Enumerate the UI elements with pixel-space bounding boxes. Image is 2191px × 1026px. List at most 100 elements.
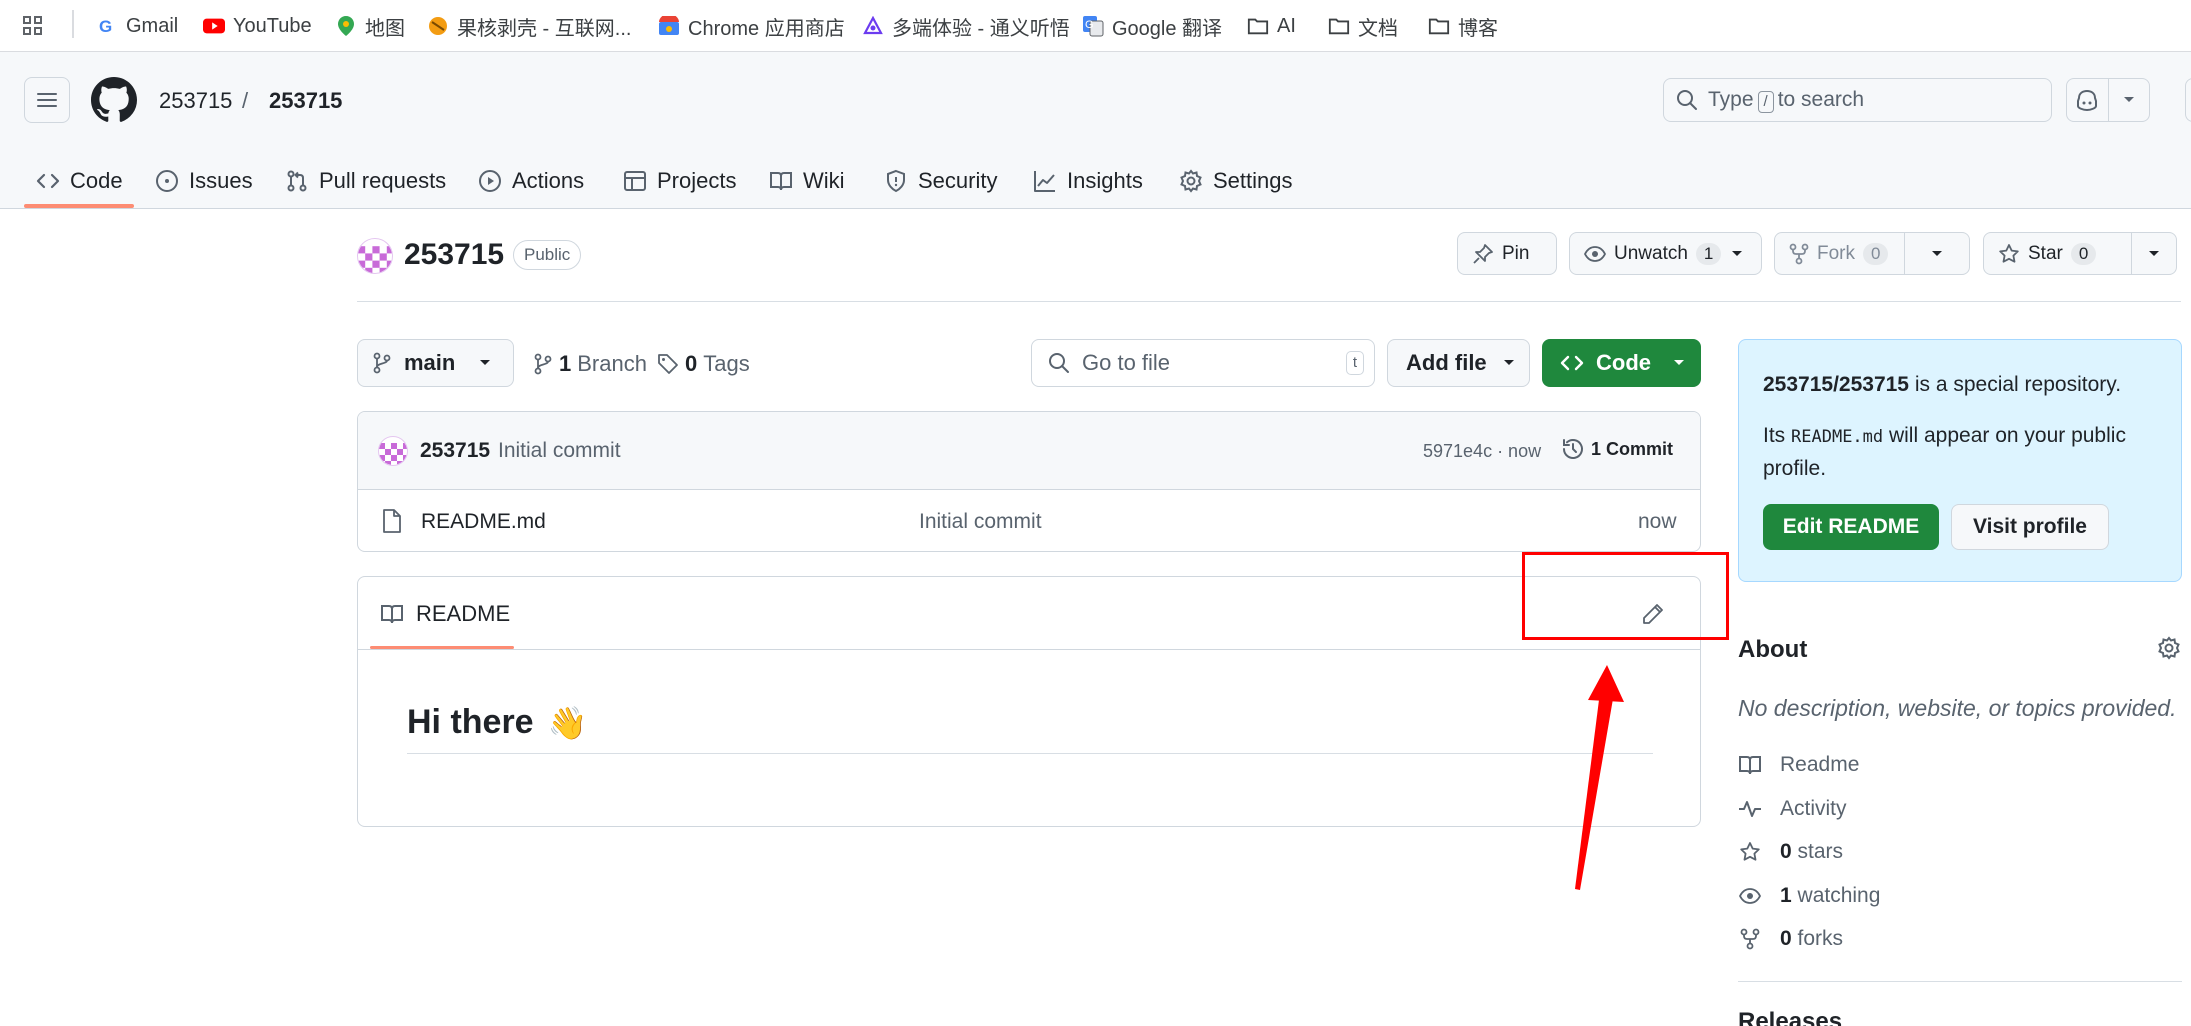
copilot-button[interactable] — [2066, 78, 2150, 122]
tab-issues[interactable]: Issues — [155, 156, 253, 206]
bookmark-folder-docs[interactable]: 文档 — [1328, 8, 1398, 44]
tab-insights[interactable]: Insights — [1033, 156, 1143, 206]
translate-icon: G — [1082, 15, 1104, 37]
sidebar-item-readme[interactable]: Readme — [1738, 753, 1859, 777]
table-row[interactable]: README.md Initial commit now — [358, 491, 1700, 551]
repo-owner-avatar[interactable] — [357, 238, 393, 274]
tab-label: Security — [918, 168, 998, 193]
tab-actions[interactable]: Actions — [478, 156, 584, 206]
breadcrumb-owner[interactable]: 253715 — [159, 88, 232, 114]
tags-link[interactable]: 0 Tags — [657, 346, 750, 382]
code-button[interactable]: Code — [1542, 339, 1701, 387]
github-logo-icon[interactable] — [91, 77, 137, 123]
folder-icon — [1428, 15, 1450, 37]
branches-link[interactable]: 1 Branch — [533, 346, 647, 382]
apps-grid-icon[interactable] — [22, 8, 44, 44]
tab-settings[interactable]: Settings — [1179, 156, 1293, 206]
branch-icon — [534, 353, 552, 375]
tingwu-icon — [862, 15, 884, 37]
file-time: now — [1638, 510, 1677, 533]
sidebar-item-watching[interactable]: 1 watching — [1738, 884, 1880, 908]
tab-security[interactable]: Security — [884, 156, 997, 206]
edit-readme-button[interactable]: Edit README — [1763, 504, 1939, 550]
about-title: About — [1738, 636, 1808, 663]
file-commit-message[interactable]: Initial commit — [919, 510, 1042, 534]
history-icon — [1563, 439, 1583, 459]
code-icon — [1560, 355, 1584, 371]
breadcrumb-repo[interactable]: 253715 — [269, 88, 342, 114]
commits-history-link[interactable]: 1 Commit — [1561, 437, 1673, 461]
bookmark-gmail[interactable]: G Gmail — [96, 8, 178, 44]
tab-projects[interactable]: Projects — [623, 156, 736, 206]
commit-hash-time[interactable]: 5971e4c · now — [1423, 441, 1541, 462]
chrome-store-icon — [658, 15, 680, 37]
eye-icon — [1584, 245, 1606, 262]
gear-icon — [1180, 169, 1202, 193]
bookmark-youtube[interactable]: YouTube — [203, 8, 312, 44]
visit-profile-button[interactable]: Visit profile — [1951, 504, 2109, 550]
readme-heading-text: Hi there — [407, 703, 534, 741]
bookmark-folder-ai[interactable]: AI — [1247, 8, 1296, 44]
sidebar-item-stars[interactable]: 0 stars — [1738, 840, 1843, 864]
svg-text:G: G — [1085, 19, 1094, 31]
bookmark-google-translate[interactable]: G Google 翻译 — [1082, 8, 1222, 44]
special-repo-text1: is a special repository. — [1909, 373, 2122, 396]
fork-dropdown[interactable] — [1905, 233, 1969, 274]
releases-title[interactable]: Releases — [1738, 1008, 1842, 1026]
menu-button[interactable] — [24, 77, 70, 123]
bookmark-label: 地图 — [365, 17, 405, 40]
bookmark-label: Gmail — [126, 14, 179, 37]
fork-button[interactable]: Fork 0 — [1774, 232, 1970, 275]
gear-icon[interactable] — [2157, 636, 2181, 660]
commit-author[interactable]: 253715 — [420, 439, 490, 463]
tab-code[interactable]: Code — [36, 156, 123, 206]
add-file-button[interactable]: Add file — [1387, 339, 1530, 387]
search-input[interactable]: Type / to search — [1663, 78, 2052, 122]
bookmark-label: YouTube — [233, 14, 312, 37]
sidebar-item-label: forks — [1791, 927, 1844, 950]
chevron-down-icon[interactable] — [1731, 250, 1743, 258]
file-table: 253715 Initial commit 5971e4c · now 1 Co… — [357, 411, 1701, 552]
github-header: 253715 / 253715 Type / to search Code Issu… — [0, 52, 2191, 209]
create-new-button[interactable] — [2185, 78, 2191, 122]
bookmark-folder-blog[interactable]: 博客 — [1428, 8, 1498, 44]
about-description: No description, website, or topics provi… — [1738, 695, 2177, 721]
watch-counter: 1 — [1695, 242, 1722, 265]
sidebar-item-forks[interactable]: 0 forks — [1738, 927, 1843, 951]
search-shortcut-key: / — [1757, 90, 1774, 113]
unwatch-button[interactable]: Unwatch 1 — [1569, 232, 1762, 275]
pulse-icon — [1739, 801, 1761, 817]
tab-label: Insights — [1067, 168, 1143, 193]
google-icon: G — [96, 15, 118, 37]
bookmark-tingwu[interactable]: 多端体验 - 通义听悟 — [862, 8, 1070, 44]
bookmark-chrome-store[interactable]: Chrome 应用商店 — [658, 8, 845, 44]
bookmark-label: 果核剥壳 - 互联网... — [457, 17, 632, 40]
commit-message[interactable]: Initial commit — [498, 439, 621, 463]
go-to-file-input[interactable]: Go to file t — [1031, 339, 1375, 387]
bookmark-maps[interactable]: 地图 — [335, 8, 405, 44]
sidebar-item-label: stars — [1791, 840, 1844, 863]
active-tab-indicator — [24, 204, 134, 208]
tab-label: Wiki — [803, 168, 845, 193]
book-icon — [1739, 756, 1761, 775]
commit-author-avatar[interactable] — [378, 436, 408, 466]
star-dropdown[interactable] — [2132, 233, 2176, 274]
latest-commit-row: 253715 Initial commit 5971e4c · now 1 Co… — [358, 412, 1700, 490]
branch-name: main — [404, 350, 456, 375]
tags-label: Tags — [703, 351, 750, 376]
tab-pull-requests[interactable]: Pull requests — [285, 156, 446, 206]
repo-title[interactable]: 253715 — [404, 238, 504, 272]
star-button[interactable]: Star 0 — [1983, 232, 2177, 275]
sidebar-item-activity[interactable]: Activity — [1738, 797, 1847, 821]
file-name[interactable]: README.md — [421, 510, 546, 534]
tags-count: 0 — [685, 351, 698, 376]
readme-tab[interactable]: README — [380, 601, 510, 627]
copilot-dropdown-icon[interactable] — [2108, 79, 2149, 121]
copilot-icon[interactable] — [2067, 79, 2108, 121]
breadcrumb-separator: / — [242, 88, 249, 113]
bookmark-guohe[interactable]: 果核剥壳 - 互联网... — [427, 8, 631, 44]
pin-button[interactable]: Pin — [1457, 232, 1557, 275]
tab-wiki[interactable]: Wiki — [769, 156, 845, 206]
branch-selector[interactable]: main — [357, 339, 514, 387]
pin-label: Pin — [1502, 242, 1530, 264]
